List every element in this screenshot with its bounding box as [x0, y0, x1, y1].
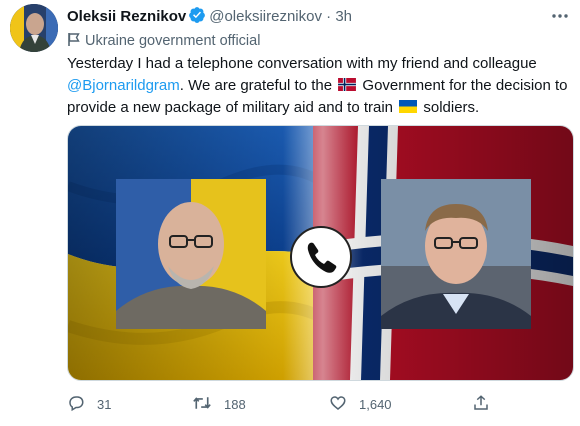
tweet-time[interactable]: 3h [335, 8, 352, 25]
share-button[interactable] [472, 392, 502, 416]
reply-button[interactable]: 31 [67, 392, 111, 416]
separator-dot: · [326, 8, 332, 25]
mention-link[interactable]: @Bjornarildgram [67, 77, 180, 94]
heart-icon [329, 394, 359, 415]
government-flag-icon [67, 33, 85, 49]
like-button[interactable]: 1,640 [329, 392, 392, 416]
norway-flag-emoji [338, 76, 357, 91]
tweet: Oleksii Reznikov @oleksiireznikov · 3h Uk… [0, 0, 580, 426]
share-icon [472, 394, 502, 415]
account-label[interactable]: Ukraine government official [67, 32, 260, 49]
account-label-text: Ukraine government official [85, 33, 261, 49]
verified-badge-icon [188, 6, 206, 28]
tweet-text-part-1: Yesterday I had a telephone conversation… [67, 55, 537, 72]
left-portrait [116, 179, 266, 329]
retweet-icon [192, 394, 224, 415]
reply-icon [67, 394, 97, 415]
phone-icon [290, 226, 352, 288]
avatar[interactable] [10, 4, 58, 52]
retweet-button[interactable]: 188 [192, 392, 246, 416]
tweet-text-part-4: soldiers. [423, 99, 480, 116]
tweet-header: Oleksii Reznikov @oleksiireznikov · 3h [67, 6, 570, 28]
tweet-text-part-2: . We are grateful to the [179, 77, 333, 94]
tweet-text: Yesterday I had a telephone conversation… [67, 53, 572, 119]
retweet-count: 188 [224, 396, 246, 412]
author-handle[interactable]: @oleksiireznikov [209, 8, 322, 25]
more-options-icon[interactable] [550, 8, 570, 24]
tweet-image[interactable] [67, 125, 574, 381]
author-name[interactable]: Oleksii Reznikov [67, 8, 186, 25]
right-portrait [381, 179, 531, 329]
action-bar: 31 188 1,640 [67, 392, 507, 416]
like-count: 1,640 [359, 396, 392, 412]
reply-count: 31 [97, 396, 112, 412]
ukraine-flag-emoji [399, 98, 418, 113]
